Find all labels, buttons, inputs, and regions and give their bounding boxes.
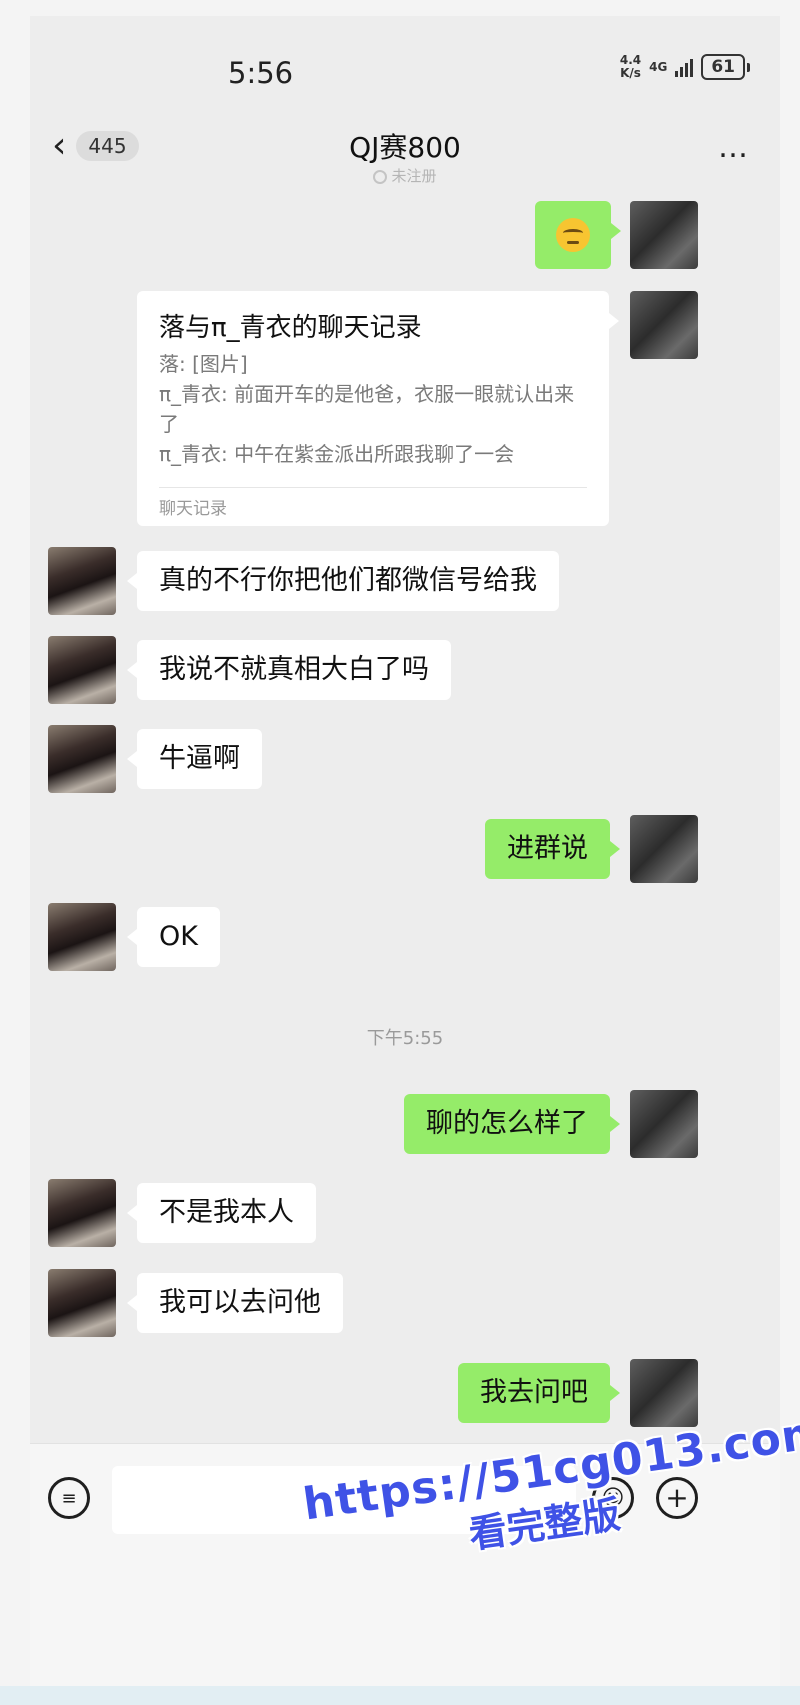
chat-record-preview: 落: [图片] π_青衣: 前面开车的是他爸，衣服一眼就认出来了 π_青衣: 中… — [159, 349, 589, 469]
plus-icon[interactable]: + — [656, 1477, 698, 1519]
chat-record-label: 聊天记录 — [159, 499, 227, 519]
message-list[interactable]: 落与π_青衣的聊天记录 落: [图片] π_青衣: 前面开车的是他爸，衣服一眼就… — [30, 16, 780, 1686]
bottom-strip — [0, 1686, 800, 1705]
emoji-message[interactable] — [535, 201, 621, 269]
my-avatar[interactable] — [630, 815, 698, 883]
emoji-icon[interactable]: ☺ — [592, 1477, 634, 1519]
emoji-sticker-icon — [556, 218, 590, 252]
contact-avatar[interactable] — [48, 903, 116, 971]
message-bubble-received[interactable]: 不是我本人 — [127, 1183, 316, 1243]
message-bubble-sent[interactable]: 进群说 — [485, 819, 620, 879]
message-bubble-sent[interactable]: 我去问吧 — [458, 1363, 620, 1423]
input-bar: ≡ ☺ + — [30, 1443, 780, 1686]
message-bubble-received[interactable]: 牛逼啊 — [127, 729, 262, 789]
my-avatar[interactable] — [630, 1359, 698, 1427]
divider — [159, 487, 587, 488]
chat-record-title: 落与π_青衣的聊天记录 — [159, 313, 422, 343]
message-bubble-received[interactable]: 我可以去问他 — [127, 1273, 343, 1333]
my-avatar[interactable] — [630, 291, 698, 359]
chat-record-line: π_青衣: 中午在紫金派出所跟我聊了一会 — [159, 442, 515, 466]
my-avatar[interactable] — [630, 1090, 698, 1158]
message-bubble-received[interactable]: 真的不行你把他们都微信号给我 — [127, 551, 559, 611]
message-bubble-received[interactable]: OK — [127, 907, 220, 967]
contact-avatar[interactable] — [48, 636, 116, 704]
message-timestamp: 下午5:55 — [366, 1028, 444, 1049]
contact-avatar[interactable] — [48, 547, 116, 615]
message-bubble-sent[interactable]: 聊的怎么样了 — [404, 1094, 620, 1154]
voice-icon[interactable]: ≡ — [48, 1477, 90, 1519]
message-bubble-received[interactable]: 我说不就真相大白了吗 — [127, 640, 451, 700]
chat-screen: 5:56 4.4 K/s 4G 61 ‹ 445 QJ赛800 未注册 … 落与… — [30, 16, 780, 1686]
message-input[interactable] — [112, 1466, 576, 1534]
contact-avatar[interactable] — [48, 1179, 116, 1247]
chat-record-line: π_青衣: 前面开车的是他爸，衣服一眼就认出来了 — [159, 382, 575, 436]
chat-record-card[interactable]: 落与π_青衣的聊天记录 落: [图片] π_青衣: 前面开车的是他爸，衣服一眼就… — [137, 291, 619, 526]
contact-avatar[interactable] — [48, 1269, 116, 1337]
chat-record-line: 落: [图片] — [159, 352, 248, 376]
my-avatar[interactable] — [630, 201, 698, 269]
contact-avatar[interactable] — [48, 725, 116, 793]
